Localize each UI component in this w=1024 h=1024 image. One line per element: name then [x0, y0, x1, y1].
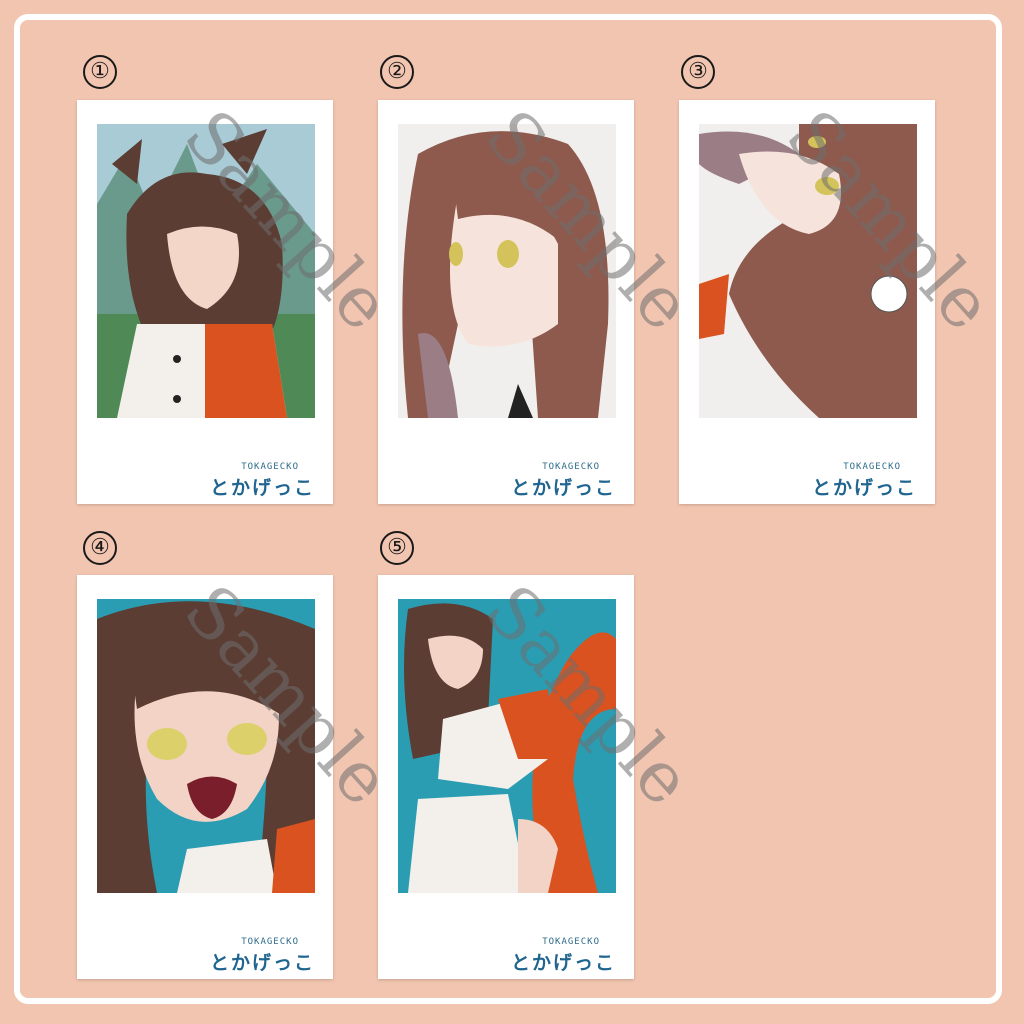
brand-japanese: とかげっこ: [510, 477, 616, 499]
brand-english: TOKAGECKO: [241, 937, 299, 947]
card-number-5: ⑤: [380, 531, 414, 565]
card-number-1: ①: [83, 55, 117, 89]
card-2[interactable]: Sample TOKAGECKO とかげっこ: [378, 94, 707, 504]
brand-english: TOKAGECKO: [843, 462, 901, 472]
brand-english: TOKAGECKO: [241, 462, 299, 472]
brand-japanese: とかげっこ: [811, 477, 917, 499]
brand-japanese: とかげっこ: [209, 952, 315, 974]
brand-english: TOKAGECKO: [542, 462, 600, 472]
card-2-illustration: [398, 124, 616, 418]
card-5[interactable]: Sample TOKAGECKO とかげっこ: [378, 569, 707, 979]
card-4-illustration: [97, 599, 315, 893]
card-3-illustration: [699, 124, 917, 418]
card-number-3: ③: [681, 55, 715, 89]
card-number-4: ④: [83, 531, 117, 565]
brand-english: TOKAGECKO: [542, 937, 600, 947]
card-5-illustration: [398, 599, 616, 893]
card-3[interactable]: Sample TOKAGECKO とかげっこ: [679, 94, 1008, 504]
brand-japanese: とかげっこ: [209, 477, 315, 499]
card-4[interactable]: Sample TOKAGECKO とかげっこ: [77, 569, 406, 979]
brand-japanese: とかげっこ: [510, 952, 616, 974]
card-1-illustration: [97, 124, 315, 418]
card-number-2: ②: [380, 55, 414, 89]
card-1[interactable]: Sample TOKAGECKO とかげっこ: [77, 94, 406, 504]
